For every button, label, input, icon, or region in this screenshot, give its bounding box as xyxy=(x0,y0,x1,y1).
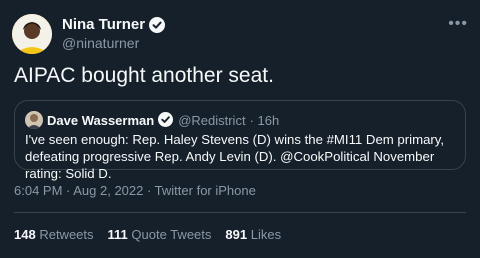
quoted-avatar xyxy=(25,111,43,129)
engagement-stats: 148 Retweets 111 Quote Tweets 891 Likes xyxy=(14,227,281,242)
verified-badge-icon xyxy=(149,16,166,33)
verified-badge-icon xyxy=(158,112,174,128)
likes-count: 891 xyxy=(225,227,248,242)
quote-tweets-label: Quote Tweets xyxy=(131,227,212,242)
likes-stat[interactable]: 891 Likes xyxy=(225,227,281,242)
quote-tweets-stat[interactable]: 111 Quote Tweets xyxy=(108,227,212,242)
retweets-count: 148 xyxy=(14,227,36,242)
likes-label: Likes xyxy=(250,227,282,242)
quoted-author-handle: @Redistrict xyxy=(178,112,246,128)
tweet-timestamp[interactable]: 6:04 PM · Aug 2, 2022 · Twitter for iPho… xyxy=(14,183,256,198)
author-name[interactable]: Nina Turner xyxy=(62,16,145,33)
quoted-author-name: Dave Wasserman xyxy=(47,112,155,128)
quoted-tweet-header: Dave Wasserman @Redistrict · 16h xyxy=(25,111,279,129)
quoted-tweet-text: I've seen enough: Rep. Haley Stevens (D)… xyxy=(25,132,445,181)
quoted-tweet-age: · 16h xyxy=(249,112,280,128)
author-name-row: Nina Turner xyxy=(62,16,166,33)
retweets-stat[interactable]: 148 Retweets xyxy=(14,227,94,242)
avatar[interactable] xyxy=(12,14,52,54)
tweet-text: AIPAC bought another seat. xyxy=(14,64,274,87)
quote-tweets-count: 111 xyxy=(107,227,128,242)
divider xyxy=(14,212,466,213)
quoted-tweet[interactable]: Dave Wasserman @Redistrict · 16h I've se… xyxy=(14,100,466,181)
retweets-label: Retweets xyxy=(39,227,94,242)
more-options-icon[interactable]: ••• xyxy=(448,16,468,32)
author-handle[interactable]: @ninaturner xyxy=(62,35,139,51)
